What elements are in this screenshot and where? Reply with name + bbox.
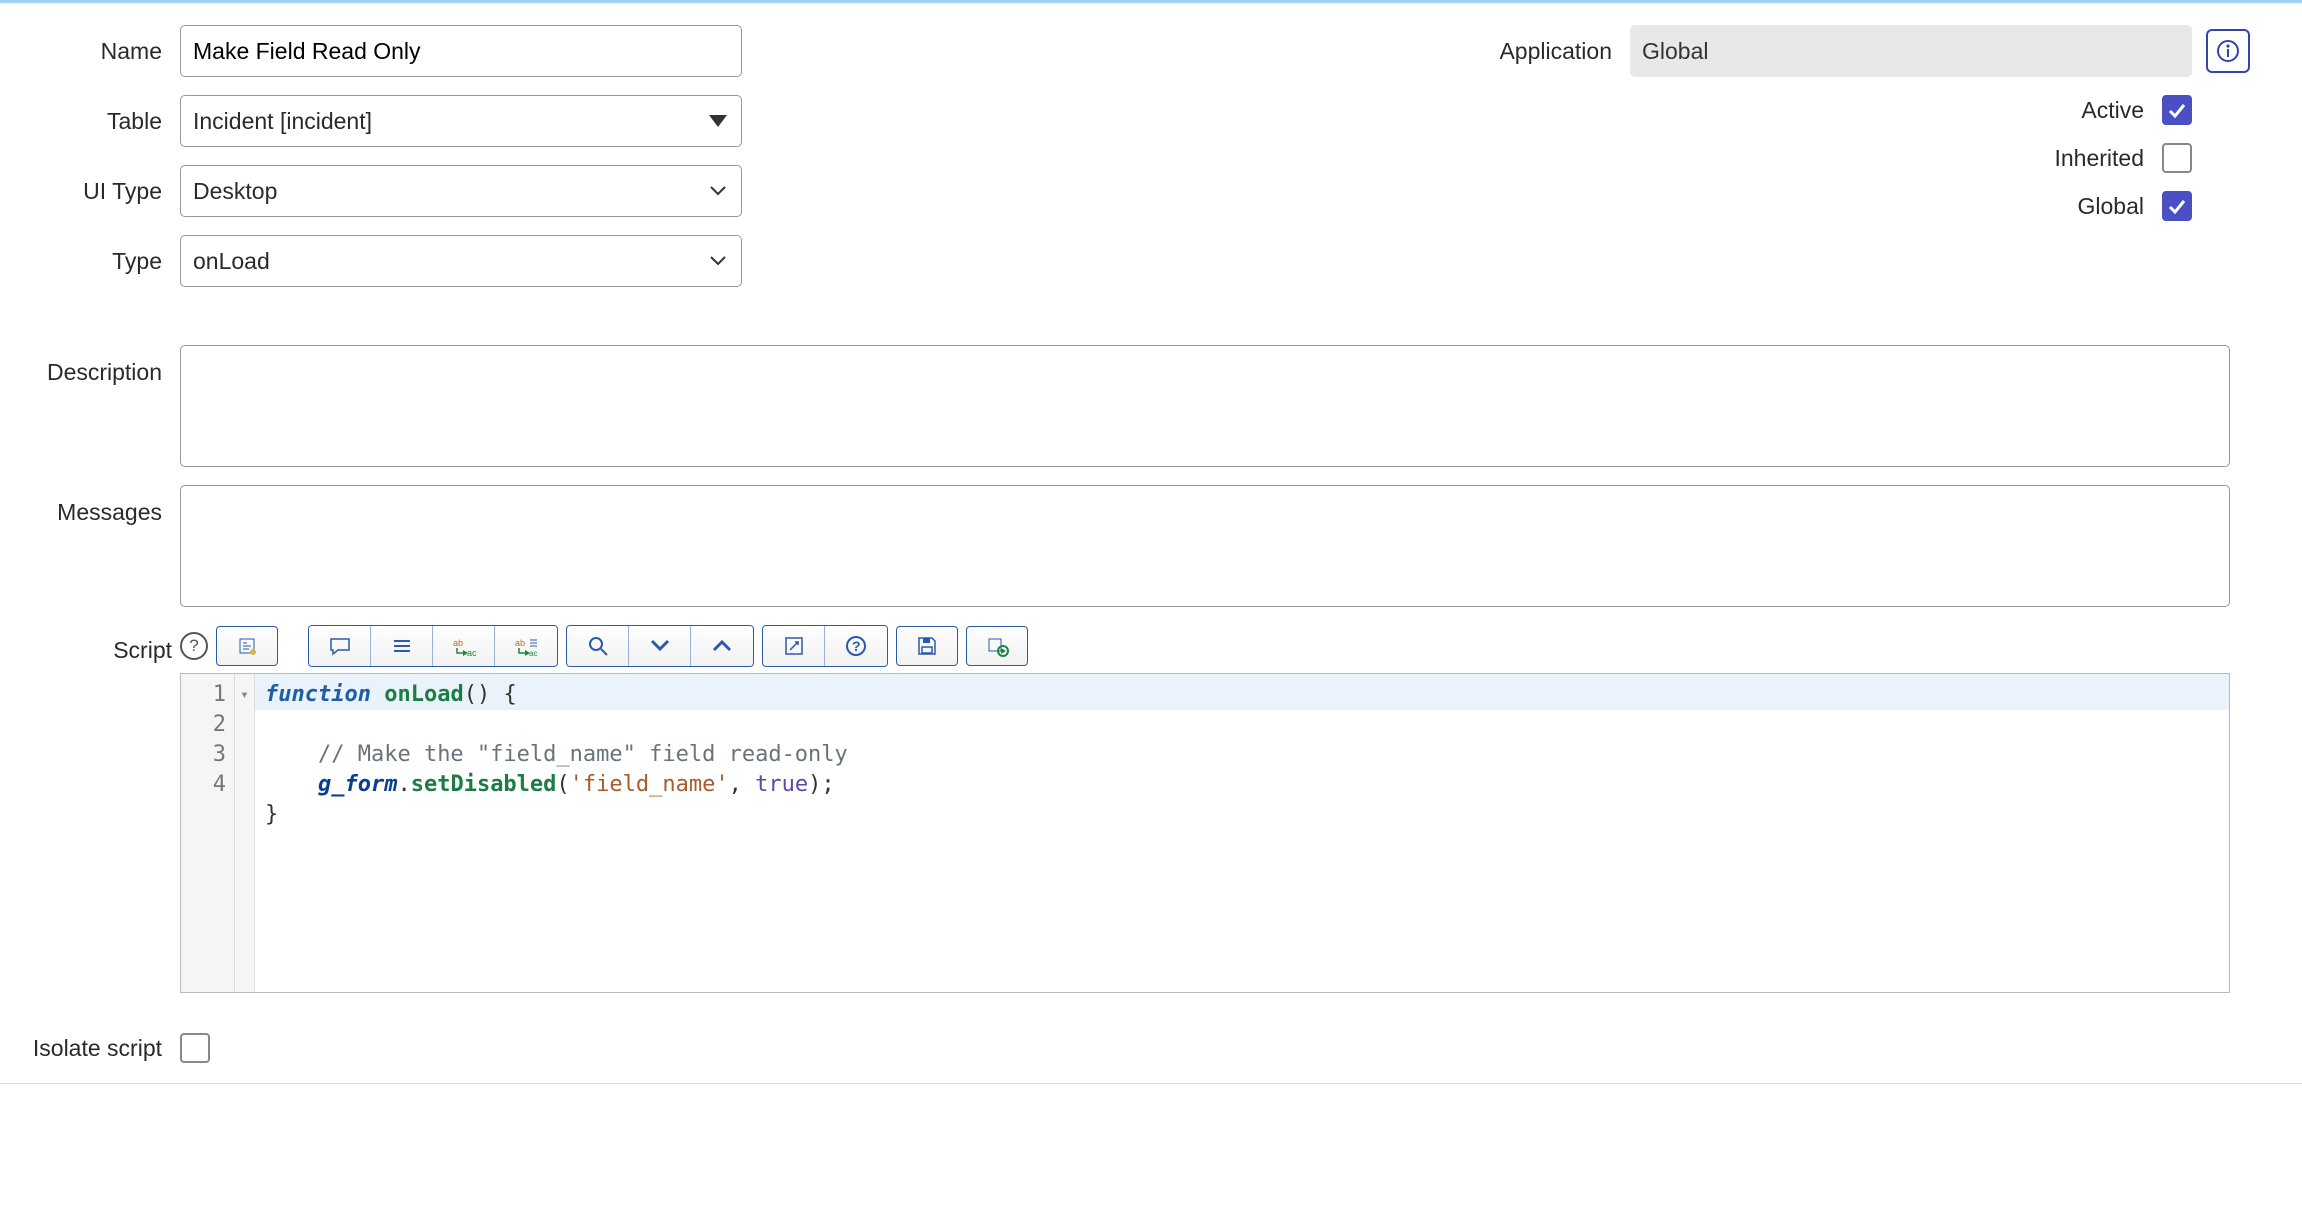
search-button[interactable] <box>567 626 629 666</box>
application-value: Global <box>1630 25 2192 77</box>
svg-text:ab: ab <box>515 638 525 648</box>
script-icon <box>236 635 258 657</box>
format-button[interactable] <box>371 626 433 666</box>
debug-icon <box>985 635 1009 657</box>
global-checkbox[interactable] <box>2162 191 2192 221</box>
format-icon <box>390 636 414 656</box>
code-editor[interactable]: 1234 ▾ function onLoad() { // Make the "… <box>180 673 2230 993</box>
save-icon <box>916 635 938 657</box>
uitype-label: UI Type <box>12 178 180 205</box>
check-icon <box>2167 196 2187 216</box>
messages-textarea[interactable] <box>180 485 2230 607</box>
chevron-down-icon <box>709 255 727 267</box>
comment-icon <box>328 636 352 656</box>
svg-text:?: ? <box>852 638 861 654</box>
script-label: Script <box>12 625 180 664</box>
toolbar-group-1: abac abac <box>308 625 558 667</box>
caret-down-icon <box>709 115 727 127</box>
help-button[interactable]: ? <box>825 626 887 666</box>
chevron-down-icon <box>649 638 671 654</box>
editor-code[interactable]: function onLoad() { // Make the "field_n… <box>255 674 2229 992</box>
replace-icon: abac <box>451 636 477 656</box>
replace-all-icon: abac <box>513 636 539 656</box>
inherited-checkbox[interactable] <box>2162 143 2192 173</box>
active-checkbox[interactable] <box>2162 95 2192 125</box>
active-label: Active <box>2081 97 2162 124</box>
replace-button[interactable]: abac <box>433 626 495 666</box>
info-button[interactable] <box>2206 29 2250 73</box>
search-icon <box>587 635 609 657</box>
left-column: Name Table Incident [incident] UI Type D… <box>12 25 772 305</box>
description-textarea[interactable] <box>180 345 2230 467</box>
syntax-button[interactable] <box>216 626 278 666</box>
table-select[interactable]: Incident [incident] <box>180 95 742 147</box>
type-label: Type <box>12 248 180 275</box>
svg-text:ab: ab <box>453 638 463 648</box>
check-icon <box>2167 100 2187 120</box>
replace-all-button[interactable]: abac <box>495 626 557 666</box>
fullscreen-button[interactable] <box>763 626 825 666</box>
toolbar-group-2 <box>566 625 754 667</box>
expand-icon <box>784 636 804 656</box>
toolbar-group-3: ? <box>762 625 888 667</box>
client-script-form: Name Table Incident [incident] UI Type D… <box>0 0 2302 1084</box>
name-label: Name <box>12 38 180 65</box>
table-label: Table <box>12 108 180 135</box>
application-value-text: Global <box>1642 38 1708 65</box>
editor-fold-column: ▾ <box>235 674 255 992</box>
table-select-value: Incident [incident] <box>193 108 372 135</box>
info-icon <box>2216 39 2240 63</box>
svg-text:ac: ac <box>467 648 477 656</box>
script-debugger-button[interactable] <box>966 626 1028 666</box>
inherited-label: Inherited <box>2054 145 2162 172</box>
svg-text:ac: ac <box>529 649 537 656</box>
chevron-up-icon <box>711 638 733 654</box>
uitype-select-value: Desktop <box>193 178 277 205</box>
name-input[interactable] <box>180 25 742 77</box>
help-circle-icon: ? <box>845 635 867 657</box>
editor-gutter: 1234 <box>181 674 235 992</box>
isolate-checkbox[interactable] <box>180 1033 210 1063</box>
save-button[interactable] <box>896 626 958 666</box>
uitype-select[interactable]: Desktop <box>180 165 742 217</box>
top-grid: Name Table Incident [incident] UI Type D… <box>12 25 2290 305</box>
chevron-down-icon <box>709 185 727 197</box>
isolate-label: Isolate script <box>12 1035 180 1062</box>
type-select-value: onLoad <box>193 248 270 275</box>
comment-button[interactable] <box>309 626 371 666</box>
description-label: Description <box>12 345 180 386</box>
application-label: Application <box>1499 38 1630 65</box>
find-next-button[interactable] <box>629 626 691 666</box>
script-area: ? abac abac ? <box>180 625 2230 993</box>
help-icon[interactable]: ? <box>180 632 208 660</box>
global-label: Global <box>2078 193 2162 220</box>
type-select[interactable]: onLoad <box>180 235 742 287</box>
messages-label: Messages <box>12 485 180 526</box>
find-prev-button[interactable] <box>691 626 753 666</box>
right-column: Application Global Active <box>772 25 2290 305</box>
script-toolbar: ? abac abac ? <box>180 625 2230 667</box>
